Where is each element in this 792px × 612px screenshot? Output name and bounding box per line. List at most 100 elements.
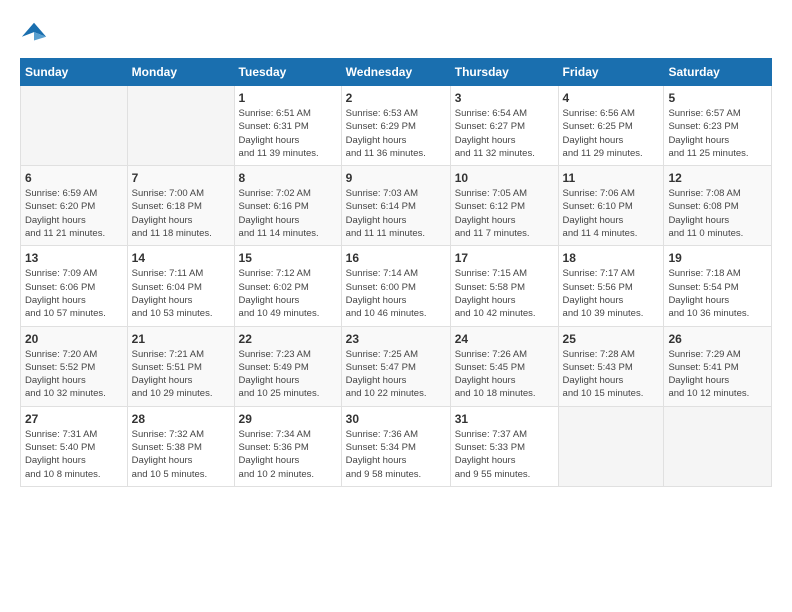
day-number: 24 xyxy=(455,332,554,346)
day-info: Sunrise: 7:17 AM Sunset: 5:56 PM Dayligh… xyxy=(563,267,660,320)
day-number: 5 xyxy=(668,91,767,105)
day-number: 23 xyxy=(346,332,446,346)
day-number: 17 xyxy=(455,251,554,265)
calendar-cell xyxy=(664,406,772,486)
week-row-5: 27 Sunrise: 7:31 AM Sunset: 5:40 PM Dayl… xyxy=(21,406,772,486)
day-number: 10 xyxy=(455,171,554,185)
calendar-cell: 24 Sunrise: 7:26 AM Sunset: 5:45 PM Dayl… xyxy=(450,326,558,406)
calendar-cell: 31 Sunrise: 7:37 AM Sunset: 5:33 PM Dayl… xyxy=(450,406,558,486)
day-info: Sunrise: 7:36 AM Sunset: 5:34 PM Dayligh… xyxy=(346,428,446,481)
logo-icon xyxy=(20,20,48,48)
day-number: 31 xyxy=(455,412,554,426)
day-info: Sunrise: 7:00 AM Sunset: 6:18 PM Dayligh… xyxy=(132,187,230,240)
calendar-cell: 3 Sunrise: 6:54 AM Sunset: 6:27 PM Dayli… xyxy=(450,86,558,166)
day-number: 19 xyxy=(668,251,767,265)
week-row-2: 6 Sunrise: 6:59 AM Sunset: 6:20 PM Dayli… xyxy=(21,166,772,246)
calendar-cell: 15 Sunrise: 7:12 AM Sunset: 6:02 PM Dayl… xyxy=(234,246,341,326)
day-info: Sunrise: 7:08 AM Sunset: 6:08 PM Dayligh… xyxy=(668,187,767,240)
day-info: Sunrise: 7:31 AM Sunset: 5:40 PM Dayligh… xyxy=(25,428,123,481)
day-number: 2 xyxy=(346,91,446,105)
day-number: 20 xyxy=(25,332,123,346)
weekday-sunday: Sunday xyxy=(21,59,128,86)
day-info: Sunrise: 7:02 AM Sunset: 6:16 PM Dayligh… xyxy=(239,187,337,240)
day-info: Sunrise: 7:11 AM Sunset: 6:04 PM Dayligh… xyxy=(132,267,230,320)
week-row-1: 1 Sunrise: 6:51 AM Sunset: 6:31 PM Dayli… xyxy=(21,86,772,166)
calendar-body: 1 Sunrise: 6:51 AM Sunset: 6:31 PM Dayli… xyxy=(21,86,772,487)
day-info: Sunrise: 7:03 AM Sunset: 6:14 PM Dayligh… xyxy=(346,187,446,240)
day-number: 28 xyxy=(132,412,230,426)
calendar-cell: 29 Sunrise: 7:34 AM Sunset: 5:36 PM Dayl… xyxy=(234,406,341,486)
day-number: 18 xyxy=(563,251,660,265)
day-info: Sunrise: 7:05 AM Sunset: 6:12 PM Dayligh… xyxy=(455,187,554,240)
calendar-cell: 19 Sunrise: 7:18 AM Sunset: 5:54 PM Dayl… xyxy=(664,246,772,326)
day-info: Sunrise: 7:09 AM Sunset: 6:06 PM Dayligh… xyxy=(25,267,123,320)
calendar-cell: 5 Sunrise: 6:57 AM Sunset: 6:23 PM Dayli… xyxy=(664,86,772,166)
calendar-cell: 20 Sunrise: 7:20 AM Sunset: 5:52 PM Dayl… xyxy=(21,326,128,406)
day-number: 25 xyxy=(563,332,660,346)
day-number: 3 xyxy=(455,91,554,105)
calendar-cell: 2 Sunrise: 6:53 AM Sunset: 6:29 PM Dayli… xyxy=(341,86,450,166)
calendar-cell: 10 Sunrise: 7:05 AM Sunset: 6:12 PM Dayl… xyxy=(450,166,558,246)
calendar-cell: 6 Sunrise: 6:59 AM Sunset: 6:20 PM Dayli… xyxy=(21,166,128,246)
day-number: 8 xyxy=(239,171,337,185)
weekday-header-row: SundayMondayTuesdayWednesdayThursdayFrid… xyxy=(21,59,772,86)
weekday-saturday: Saturday xyxy=(664,59,772,86)
day-info: Sunrise: 7:32 AM Sunset: 5:38 PM Dayligh… xyxy=(132,428,230,481)
day-info: Sunrise: 7:26 AM Sunset: 5:45 PM Dayligh… xyxy=(455,348,554,401)
calendar-cell: 13 Sunrise: 7:09 AM Sunset: 6:06 PM Dayl… xyxy=(21,246,128,326)
day-number: 1 xyxy=(239,91,337,105)
calendar-cell: 1 Sunrise: 6:51 AM Sunset: 6:31 PM Dayli… xyxy=(234,86,341,166)
calendar-cell: 30 Sunrise: 7:36 AM Sunset: 5:34 PM Dayl… xyxy=(341,406,450,486)
calendar-cell xyxy=(21,86,128,166)
calendar-cell: 17 Sunrise: 7:15 AM Sunset: 5:58 PM Dayl… xyxy=(450,246,558,326)
day-info: Sunrise: 7:12 AM Sunset: 6:02 PM Dayligh… xyxy=(239,267,337,320)
weekday-friday: Friday xyxy=(558,59,664,86)
calendar-cell: 7 Sunrise: 7:00 AM Sunset: 6:18 PM Dayli… xyxy=(127,166,234,246)
weekday-thursday: Thursday xyxy=(450,59,558,86)
calendar-cell: 16 Sunrise: 7:14 AM Sunset: 6:00 PM Dayl… xyxy=(341,246,450,326)
weekday-tuesday: Tuesday xyxy=(234,59,341,86)
calendar-cell: 9 Sunrise: 7:03 AM Sunset: 6:14 PM Dayli… xyxy=(341,166,450,246)
day-number: 14 xyxy=(132,251,230,265)
day-info: Sunrise: 7:21 AM Sunset: 5:51 PM Dayligh… xyxy=(132,348,230,401)
calendar-cell: 25 Sunrise: 7:28 AM Sunset: 5:43 PM Dayl… xyxy=(558,326,664,406)
calendar-cell: 4 Sunrise: 6:56 AM Sunset: 6:25 PM Dayli… xyxy=(558,86,664,166)
day-number: 26 xyxy=(668,332,767,346)
calendar-cell: 21 Sunrise: 7:21 AM Sunset: 5:51 PM Dayl… xyxy=(127,326,234,406)
day-number: 13 xyxy=(25,251,123,265)
day-number: 6 xyxy=(25,171,123,185)
calendar-cell: 8 Sunrise: 7:02 AM Sunset: 6:16 PM Dayli… xyxy=(234,166,341,246)
day-number: 15 xyxy=(239,251,337,265)
week-row-3: 13 Sunrise: 7:09 AM Sunset: 6:06 PM Dayl… xyxy=(21,246,772,326)
day-info: Sunrise: 7:25 AM Sunset: 5:47 PM Dayligh… xyxy=(346,348,446,401)
day-number: 16 xyxy=(346,251,446,265)
calendar-cell: 11 Sunrise: 7:06 AM Sunset: 6:10 PM Dayl… xyxy=(558,166,664,246)
day-number: 9 xyxy=(346,171,446,185)
calendar-cell: 22 Sunrise: 7:23 AM Sunset: 5:49 PM Dayl… xyxy=(234,326,341,406)
calendar-cell: 18 Sunrise: 7:17 AM Sunset: 5:56 PM Dayl… xyxy=(558,246,664,326)
day-info: Sunrise: 7:20 AM Sunset: 5:52 PM Dayligh… xyxy=(25,348,123,401)
day-info: Sunrise: 7:28 AM Sunset: 5:43 PM Dayligh… xyxy=(563,348,660,401)
day-info: Sunrise: 6:51 AM Sunset: 6:31 PM Dayligh… xyxy=(239,107,337,160)
calendar-cell: 23 Sunrise: 7:25 AM Sunset: 5:47 PM Dayl… xyxy=(341,326,450,406)
calendar-table: SundayMondayTuesdayWednesdayThursdayFrid… xyxy=(20,58,772,487)
logo xyxy=(20,20,52,48)
calendar-cell: 14 Sunrise: 7:11 AM Sunset: 6:04 PM Dayl… xyxy=(127,246,234,326)
calendar-cell: 12 Sunrise: 7:08 AM Sunset: 6:08 PM Dayl… xyxy=(664,166,772,246)
day-number: 27 xyxy=(25,412,123,426)
day-number: 29 xyxy=(239,412,337,426)
calendar-cell: 27 Sunrise: 7:31 AM Sunset: 5:40 PM Dayl… xyxy=(21,406,128,486)
calendar-cell xyxy=(558,406,664,486)
day-number: 21 xyxy=(132,332,230,346)
weekday-wednesday: Wednesday xyxy=(341,59,450,86)
day-number: 22 xyxy=(239,332,337,346)
weekday-monday: Monday xyxy=(127,59,234,86)
day-info: Sunrise: 6:53 AM Sunset: 6:29 PM Dayligh… xyxy=(346,107,446,160)
day-info: Sunrise: 7:15 AM Sunset: 5:58 PM Dayligh… xyxy=(455,267,554,320)
day-info: Sunrise: 7:34 AM Sunset: 5:36 PM Dayligh… xyxy=(239,428,337,481)
day-number: 4 xyxy=(563,91,660,105)
day-number: 12 xyxy=(668,171,767,185)
week-row-4: 20 Sunrise: 7:20 AM Sunset: 5:52 PM Dayl… xyxy=(21,326,772,406)
day-info: Sunrise: 7:14 AM Sunset: 6:00 PM Dayligh… xyxy=(346,267,446,320)
calendar-cell: 26 Sunrise: 7:29 AM Sunset: 5:41 PM Dayl… xyxy=(664,326,772,406)
